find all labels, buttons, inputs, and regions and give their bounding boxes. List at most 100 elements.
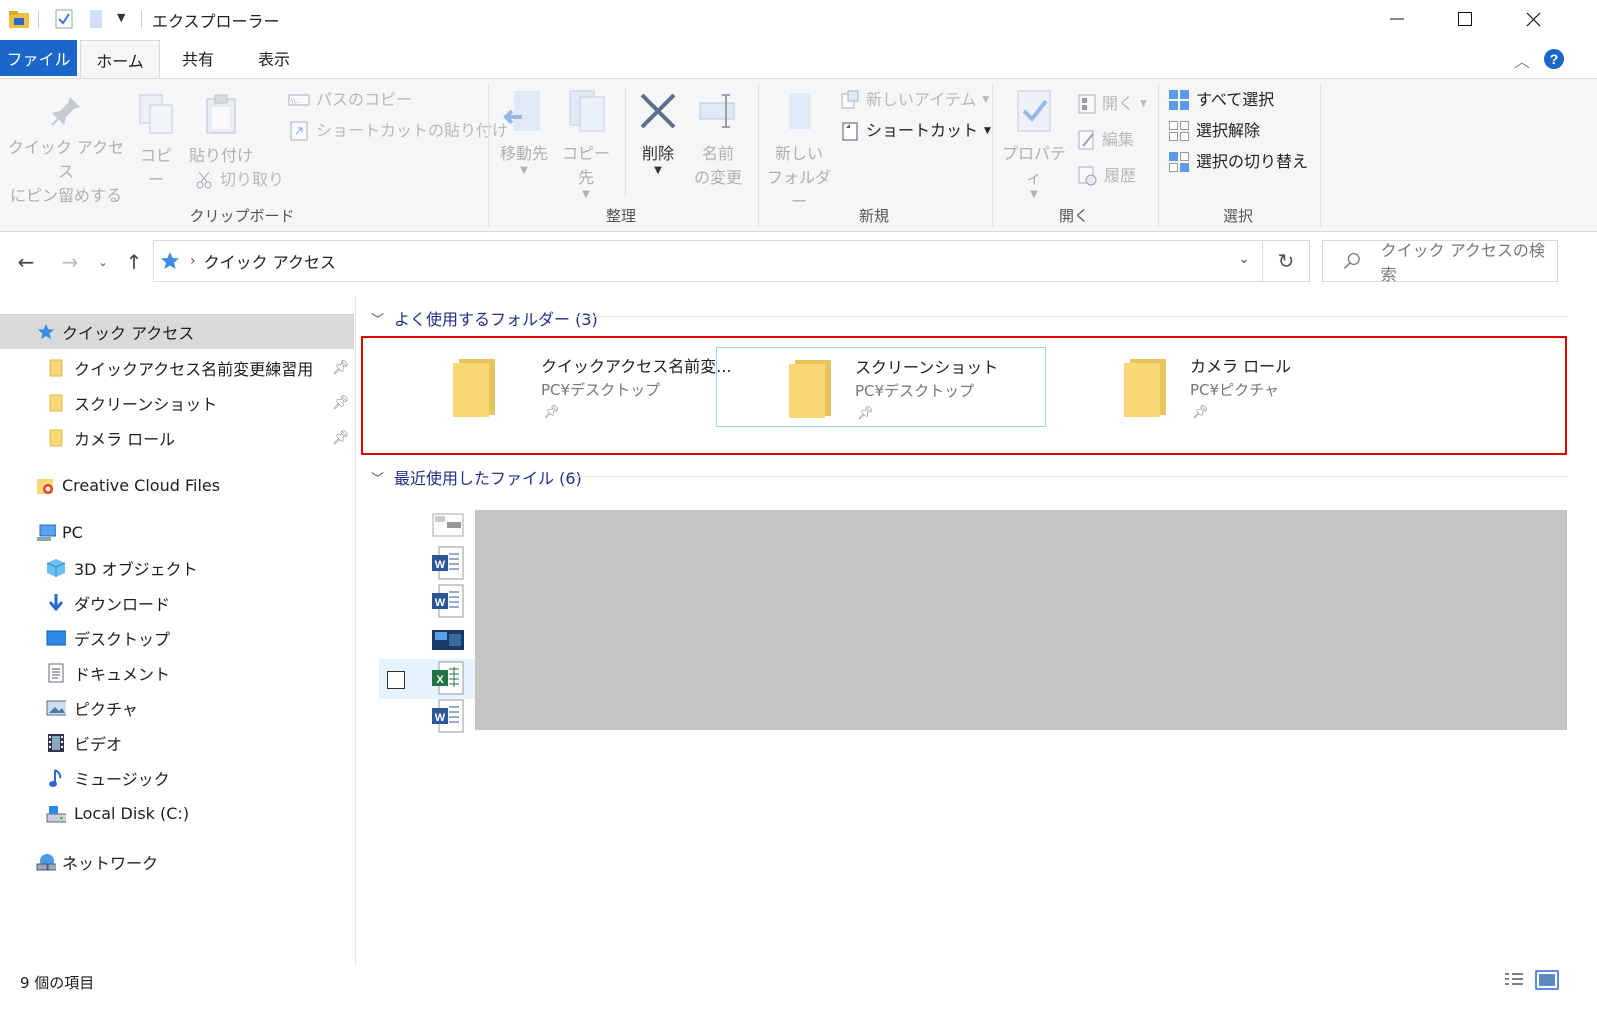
paste-button[interactable]: 貼り付け (188, 93, 254, 168)
new-item-button[interactable]: 新しいアイテム ▼ (840, 89, 989, 111)
forward-arrow-icon: → (61, 250, 79, 274)
properties-qat-icon[interactable] (55, 9, 73, 29)
pin-icon[interactable]: 📌︎ (332, 395, 350, 411)
tab-file[interactable]: ファイル (0, 40, 77, 76)
quick-access-star-icon (161, 252, 179, 269)
chevron-down-icon: ﹀ (371, 312, 385, 328)
refresh-button[interactable]: ↻ (1263, 240, 1310, 282)
copy-to-label: コピー先 (561, 144, 610, 187)
sidebar-item-pc[interactable]: PC (0, 515, 354, 550)
sidebar-item-downloads[interactable]: ダウンロード (0, 585, 354, 620)
ribbon-separator (992, 83, 993, 227)
properties-button[interactable]: プロパティ ▼ (998, 89, 1070, 200)
move-to-icon (503, 91, 540, 131)
recent-locations-button[interactable]: ⌄ (92, 248, 114, 276)
invert-selection-button[interactable]: 選択の切り替え (1168, 151, 1308, 173)
select-all-button[interactable]: すべて選択 (1168, 89, 1274, 111)
address-bar[interactable]: › クイック アクセス ⌄ (153, 240, 1263, 282)
address-dropdown-icon[interactable]: ⌄ (1238, 251, 1250, 267)
svg-text:?: ? (1550, 51, 1559, 67)
copy-icon (139, 94, 173, 134)
open-button[interactable]: 開く ▼ (1078, 93, 1147, 115)
qat-dropdown-icon[interactable]: ▼ (117, 11, 125, 24)
delete-button[interactable]: 削除 ▼ (634, 89, 682, 176)
new-folder-qat-icon[interactable] (88, 9, 104, 29)
pin-icon[interactable]: 📌︎ (332, 430, 350, 446)
sidebar-item-pinned-folder[interactable]: カメラ ロール 📌︎ (0, 420, 354, 455)
back-button[interactable]: ← (12, 248, 40, 276)
pin-icon[interactable]: 📌︎ (332, 360, 350, 376)
easy-access-icon (842, 122, 858, 141)
collapse-ribbon-icon[interactable]: ︿ (1514, 48, 1530, 72)
folder-tile[interactable]: クイックアクセス名前変... PC¥デスクトップ 📌︎ (381, 347, 731, 427)
paste-shortcut-label: ショートカットの貼り付け (316, 121, 509, 140)
history-button[interactable]: 履歴 (1078, 165, 1136, 187)
sidebar-item-pictures[interactable]: ピクチャ (0, 690, 354, 725)
download-arrow-icon (46, 593, 66, 613)
forward-button[interactable]: → (56, 248, 84, 276)
folder-icon (46, 358, 66, 378)
sidebar-item-3d-objects[interactable]: 3D オブジェクト (0, 550, 354, 585)
file-list-pane: ﹀ よく使用するフォルダー (3) クイックアクセス名前変... PC¥デスクト… (357, 296, 1597, 966)
sidebar-item-pinned-folder[interactable]: スクリーンショット 📌︎ (0, 385, 354, 420)
tab-share[interactable]: 共有 (160, 40, 236, 76)
sidebar-item-music[interactable]: ミュージック (0, 760, 354, 795)
rename-button[interactable]: 名前 の変更 (692, 89, 744, 190)
cut-button[interactable]: 切り取り (194, 169, 284, 191)
select-none-button[interactable]: 選択解除 (1168, 120, 1260, 142)
sidebar-item-creative-cloud[interactable]: Creative Cloud Files (0, 468, 354, 503)
up-button[interactable]: ↑ (120, 248, 148, 276)
pin-to-quick-access-button[interactable]: クイック アクセス にピン留めする (6, 93, 126, 208)
sidebar-item-network[interactable]: ネットワーク (0, 844, 354, 879)
sidebar-item-pinned-folder[interactable]: クイックアクセス名前変更練習用 📌︎ (0, 350, 354, 385)
row-checkbox[interactable] (387, 671, 405, 689)
sidebar-item-desktop[interactable]: デスクトップ (0, 620, 354, 655)
group-open-label: 開く (1058, 207, 1089, 225)
sidebar-item-documents[interactable]: ドキュメント (0, 655, 354, 690)
large-icons-view-icon[interactable] (1535, 969, 1559, 991)
delete-x-icon (640, 93, 676, 129)
edit-label: 編集 (1102, 130, 1135, 149)
copy-path-button[interactable]: \\.. パスのコピー (288, 89, 412, 111)
minimize-button[interactable] (1364, 0, 1430, 38)
maximize-button[interactable] (1432, 0, 1498, 38)
paste-shortcut-button[interactable]: ショートカットの貼り付け (288, 120, 508, 142)
easy-access-dropdown-icon: ▼ (984, 126, 991, 136)
close-icon (1526, 12, 1540, 26)
rename-label-1: 名前 (701, 144, 734, 163)
open-dropdown-icon: ▼ (1140, 99, 1147, 109)
sidebar-item-label: ミュージック (74, 769, 170, 789)
help-icon[interactable]: ? (1543, 48, 1565, 70)
new-item-label: 新しいアイテム (866, 90, 977, 109)
cut-label: 切り取り (220, 170, 285, 189)
folder-tile[interactable]: スクリーンショット PC¥デスクトップ 📌︎ (716, 347, 1046, 427)
word-file-icon: W (432, 546, 464, 580)
breadcrumb-separator-icon: › (190, 253, 196, 269)
close-button[interactable] (1500, 0, 1566, 38)
search-box[interactable]: クイック アクセスの検索 (1322, 240, 1558, 284)
item-count: 9 個の項目 (20, 974, 95, 992)
easy-access-button[interactable]: ショートカット ▼ (840, 120, 991, 142)
tab-home[interactable]: ホーム (80, 40, 160, 78)
details-view-icon[interactable] (1503, 970, 1525, 990)
sidebar-item-videos[interactable]: ビデオ (0, 725, 354, 760)
pin-icon: 📌︎ (857, 406, 874, 421)
folder-tile[interactable]: カメラ ロール PC¥ピクチャ 📌︎ (1052, 347, 1382, 427)
recent-files-header[interactable]: ﹀ 最近使用したファイル (6) (371, 465, 582, 489)
paste-icon (206, 94, 236, 134)
new-folder-button[interactable]: 新しい フォルダー (764, 89, 834, 214)
breadcrumb-quick-access[interactable]: クイック アクセス (204, 249, 336, 273)
edit-button[interactable]: 編集 (1078, 129, 1134, 151)
tab-view[interactable]: 表示 (236, 40, 312, 76)
image-file-icon (432, 630, 464, 650)
new-folder-label-1: 新しい (774, 144, 823, 163)
copy-button[interactable]: コピー (134, 93, 178, 192)
sidebar-item-label: ネットワーク (62, 853, 159, 873)
copy-to-button[interactable]: コピー先 ▼ (556, 89, 616, 200)
sidebar-item-label: ビデオ (74, 734, 123, 754)
sidebar-item-quick-access[interactable]: クイック アクセス (0, 314, 354, 349)
move-to-button[interactable]: 移動先 ▼ (496, 89, 552, 176)
frequent-folders-header[interactable]: ﹀ よく使用するフォルダー (3) (371, 306, 598, 330)
select-none-icon (1169, 121, 1189, 141)
sidebar-item-local-disk[interactable]: Local Disk (C:) (0, 796, 354, 831)
